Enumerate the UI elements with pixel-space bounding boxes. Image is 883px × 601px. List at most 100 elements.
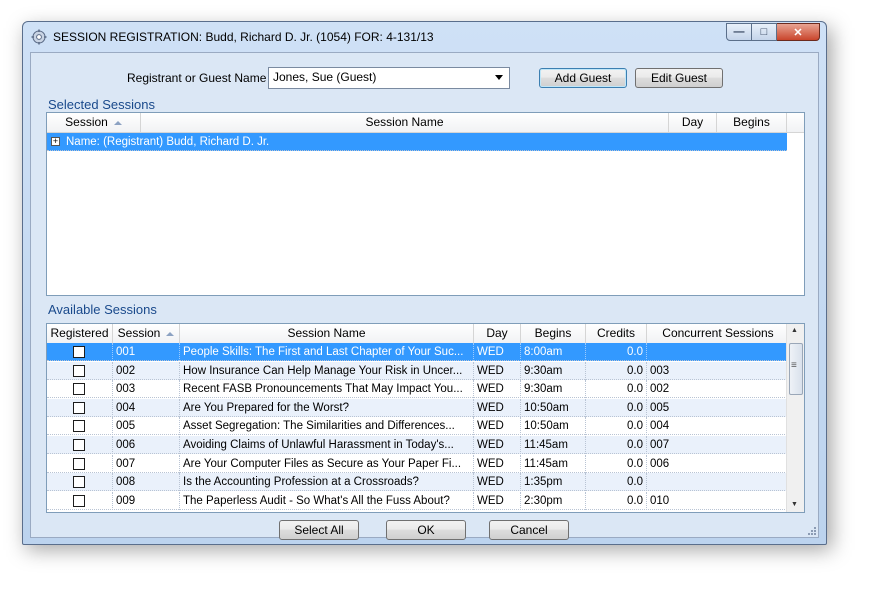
vertical-scrollbar[interactable]: ▲ ≡ ▼ (786, 324, 804, 512)
ok-button[interactable]: OK (386, 520, 466, 540)
session-name-cell: Are You Prepared for the Worst? (180, 398, 474, 417)
group-row[interactable]: + Name: (Registrant) Budd, Richard D. Jr… (47, 133, 787, 151)
begins-cell: 10:50am (521, 398, 586, 417)
session-cell: 009 (113, 491, 180, 510)
session-name-cell: Avoiding Claims of Unlawful Harassment i… (180, 436, 474, 454)
available-sessions-grid[interactable]: Registered Session Session Name Day Begi… (46, 323, 805, 513)
concurrent-cell: 006 (650, 457, 670, 470)
day-cell: WED (474, 491, 521, 510)
column-label: Session (117, 326, 161, 340)
registered-cell (47, 380, 113, 399)
credits-cell: 0.0 (586, 343, 647, 361)
selected-sessions-title: Selected Sessions (48, 97, 155, 112)
session-cell: 005 (113, 417, 180, 436)
column-header-day[interactable]: Day (669, 113, 717, 132)
day-cell: WED (474, 380, 521, 399)
scroll-down-arrow-icon[interactable]: ▼ (791, 501, 798, 508)
column-header-concurrent-sessions[interactable]: Concurrent Sessions (647, 324, 789, 343)
session-cell: 006 (113, 436, 180, 454)
column-header-day[interactable]: Day (474, 324, 521, 343)
column-header-session-name[interactable]: Session Name (180, 324, 474, 343)
table-row[interactable]: 008 Is the Accounting Profession at a Cro… (47, 473, 789, 492)
concurrent-cell: 010 (650, 494, 670, 507)
window-controls: — □ ✕ (726, 23, 820, 42)
begins-cell: 9:30am (521, 361, 586, 380)
day-cell: WED (474, 343, 521, 361)
session-cell: 003 (113, 380, 180, 399)
column-header-begins[interactable]: Begins (717, 113, 787, 132)
registered-cell (47, 398, 113, 417)
begins-cell: 9:30am (521, 380, 586, 399)
table-row[interactable]: 001 People Skills: The First and Last Cha… (47, 343, 789, 361)
column-header-registered[interactable]: Registered (47, 324, 113, 343)
registered-checkbox[interactable] (73, 494, 85, 507)
resize-grip-icon[interactable] (806, 525, 816, 535)
registered-checkbox[interactable] (73, 346, 85, 358)
edit-guest-button[interactable]: Edit Guest (635, 68, 723, 88)
column-header-credits[interactable]: Credits (586, 324, 647, 343)
begins-cell: 10:50am (521, 417, 586, 436)
column-label: Session (65, 115, 108, 129)
session-name-cell: Are Your Computer Files as Secure as You… (180, 454, 474, 473)
column-header-begins[interactable]: Begins (521, 324, 586, 343)
expand-icon[interactable]: + (51, 137, 60, 146)
table-row[interactable]: 009 The Paperless Audit - So What's All t… (47, 491, 789, 510)
day-cell: WED (474, 454, 521, 473)
table-row[interactable]: 005 Asset Segregation: The Similarities a… (47, 417, 789, 436)
select-all-button[interactable]: Select All (279, 520, 359, 540)
session-cell: 007 (113, 454, 180, 473)
registered-cell (47, 473, 113, 492)
registered-checkbox[interactable] (73, 401, 85, 414)
credits-cell: 0.0 (586, 398, 647, 417)
concurrent-cell (647, 473, 789, 491)
day-cell: WED (474, 361, 521, 380)
registered-checkbox[interactable] (73, 439, 85, 451)
close-button[interactable]: ✕ (777, 23, 820, 41)
session-cell: 002 (113, 361, 180, 380)
table-row[interactable]: 002 How Insurance Can Help Manage Your Ri… (47, 361, 789, 380)
day-cell: WED (474, 436, 521, 454)
column-header-session[interactable]: Session (113, 324, 180, 343)
registered-checkbox[interactable] (73, 420, 85, 433)
registered-cell (47, 491, 113, 510)
table-row[interactable]: 004 Are You Prepared for the Worst? WED 10:… (47, 398, 789, 417)
credits-cell: 0.0 (586, 436, 647, 454)
registered-checkbox[interactable] (73, 383, 85, 396)
selected-sessions-header: Session Session Name Day Begins (47, 113, 804, 133)
chevron-down-icon[interactable] (495, 75, 503, 80)
maximize-button[interactable]: □ (752, 23, 777, 41)
registered-checkbox[interactable] (73, 457, 85, 470)
title-bar[interactable]: SESSION REGISTRATION: Budd, Richard D. J… (23, 22, 826, 52)
table-row[interactable]: 006 Avoiding Claims of Unlawful Harassmen… (47, 436, 789, 454)
add-guest-button[interactable]: Add Guest (539, 68, 627, 88)
registered-checkbox[interactable] (73, 364, 85, 377)
day-cell: WED (474, 473, 521, 492)
day-cell: WED (474, 417, 521, 436)
gear-icon (31, 29, 47, 45)
column-header-session[interactable]: Session (47, 113, 141, 132)
cancel-label: Cancel (510, 523, 548, 537)
scroll-up-arrow-icon[interactable]: ▲ (791, 327, 798, 334)
available-sessions-title: Available Sessions (48, 302, 157, 317)
registered-checkbox[interactable] (73, 476, 85, 489)
session-name-cell: The Paperless Audit - So What's All the … (180, 491, 474, 510)
table-row[interactable]: 003 Recent FASB Pronouncements That May I… (47, 380, 789, 399)
cancel-button[interactable]: Cancel (489, 520, 569, 540)
sort-ascending-icon (113, 120, 122, 125)
selected-sessions-grid[interactable]: Session Session Name Day Begins + Name: … (46, 112, 805, 296)
registered-cell (47, 417, 113, 436)
begins-cell: 8:00am (521, 343, 586, 361)
session-name-cell: People Skills: The First and Last Chapte… (180, 343, 474, 361)
scrollbar-thumb[interactable]: ≡ (789, 343, 803, 395)
begins-cell: 2:30pm (521, 491, 586, 510)
dialog-client-area: Registrant or Guest Name Jones, Sue (Gue… (30, 52, 819, 540)
concurrent-cell: 004 (650, 420, 670, 433)
table-row[interactable]: 007 Are Your Computer Files as Secure as … (47, 454, 789, 473)
minimize-button[interactable]: — (726, 23, 752, 41)
concurrent-cell: 005 (650, 401, 670, 414)
select-all-label: Select All (294, 523, 344, 537)
session-registration-window: SESSION REGISTRATION: Budd, Richard D. J… (22, 21, 827, 545)
column-header-session-name[interactable]: Session Name (141, 113, 669, 132)
registrant-select[interactable]: Jones, Sue (Guest) (268, 67, 510, 89)
ok-label: OK (417, 523, 435, 537)
